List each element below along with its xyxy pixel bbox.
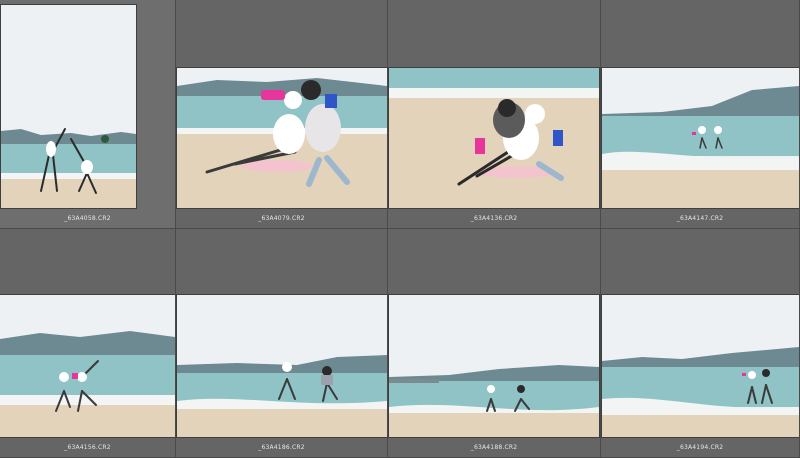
grid-cell-6[interactable]: _63A4186.CR2 — [176, 229, 388, 458]
grid-cell-4[interactable]: _63A4147.CR2 — [601, 0, 800, 229]
photo-thumbnail[interactable] — [389, 295, 599, 437]
filename-label: _63A4188.CR2 — [470, 444, 518, 451]
filmstrip-grid: _63A4058.CR2 _63A4079.CR2 _63A4136.CR2 _… — [0, 0, 800, 458]
photo-thumbnail[interactable] — [0, 295, 175, 437]
filename-label: _63A4147.CR2 — [676, 215, 724, 222]
grid-cell-2[interactable]: _63A4079.CR2 — [176, 0, 388, 229]
filename-label: _63A4186.CR2 — [258, 444, 305, 451]
photo-thumbnail[interactable] — [389, 68, 599, 208]
photo-thumbnail[interactable] — [602, 68, 799, 208]
filename-label: _63A4194.CR2 — [676, 444, 724, 451]
grid-cell-8[interactable]: _63A4194.CR2 — [601, 229, 800, 458]
photo-thumbnail[interactable] — [602, 295, 799, 437]
filename-label: _63A4156.CR2 — [64, 444, 111, 451]
filename-label: _63A4079.CR2 — [258, 215, 305, 222]
grid-cell-3[interactable]: _63A4136.CR2 — [388, 0, 601, 229]
grid-cell-1[interactable]: _63A4058.CR2 — [0, 0, 176, 229]
grid-cell-5[interactable]: _63A4156.CR2 — [0, 229, 176, 458]
grid-cell-7[interactable]: _63A4188.CR2 — [388, 229, 601, 458]
filename-label: _63A4058.CR2 — [64, 215, 111, 222]
photo-thumbnail[interactable] — [177, 68, 387, 208]
filename-label: _63A4136.CR2 — [470, 215, 518, 222]
photo-thumbnail[interactable] — [177, 295, 387, 437]
photo-thumbnail[interactable] — [1, 5, 136, 208]
